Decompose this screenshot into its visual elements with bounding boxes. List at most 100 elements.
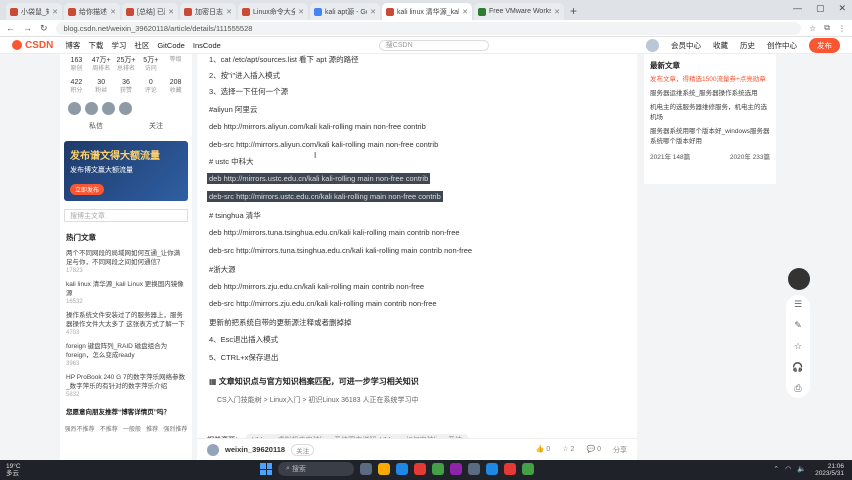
stat-label: 收藏 <box>169 88 182 94</box>
follow-button[interactable]: 关注 <box>149 121 163 131</box>
feedback-option[interactable]: 不推荐 <box>100 424 118 433</box>
volume-icon[interactable]: 🔈 <box>797 465 806 473</box>
message-button[interactable]: 私信 <box>89 121 103 131</box>
app-icon[interactable] <box>486 463 498 475</box>
archive-item[interactable]: 2020年 233篇 <box>730 151 770 161</box>
close-icon[interactable]: ✕ <box>370 8 376 16</box>
nav-link-download[interactable]: 下载 <box>88 40 103 51</box>
badge-icon[interactable] <box>119 102 132 115</box>
close-icon[interactable]: ✕ <box>298 8 304 16</box>
nav-link-learn[interactable]: 学习 <box>111 40 126 51</box>
headset-icon[interactable]: 🎧 <box>792 362 803 373</box>
nav-link-gitcode[interactable]: GitCode <box>157 41 185 50</box>
chrome-icon[interactable] <box>432 463 444 475</box>
assistant-robot-icon[interactable] <box>788 268 810 290</box>
badge-icon[interactable] <box>68 102 81 115</box>
nav-member-center[interactable]: 会员中心 <box>671 40 701 51</box>
favorite-button[interactable]: ☆ 2 <box>562 445 574 455</box>
nav-link-community[interactable]: 社区 <box>134 40 149 51</box>
banner-cta-button[interactable]: 立即发布 <box>70 184 105 195</box>
edge-icon[interactable] <box>396 463 408 475</box>
browser-tab[interactable]: Linux命令大全(手册) - …✕ <box>238 3 308 20</box>
like-button[interactable]: 👍 0 <box>536 445 551 455</box>
close-icon[interactable]: ✕ <box>110 8 116 16</box>
nav-link-blog[interactable]: 博客 <box>65 40 80 51</box>
share-button[interactable]: 分享 <box>613 445 627 455</box>
browser-tab[interactable]: 加密日志 ✕ <box>180 3 236 20</box>
windows-start-icon[interactable] <box>260 463 272 475</box>
badge-row <box>60 98 192 119</box>
publish-banner[interactable]: 发布谱文得大额流量 发布博文赢大额流量 立即发布 <box>64 141 188 201</box>
avatar[interactable] <box>207 443 219 456</box>
app-icon[interactable] <box>450 463 462 475</box>
close-icon[interactable]: ✕ <box>554 8 560 16</box>
file-explorer-icon[interactable] <box>378 463 390 475</box>
close-icon[interactable]: ✕ <box>226 8 232 16</box>
nav-link-inscode[interactable]: InsCode <box>193 41 221 50</box>
author-name[interactable]: weixin_39620118 <box>225 445 285 454</box>
taskbar-search[interactable]: ⌕ 搜索 <box>278 462 354 476</box>
menu-icon[interactable]: ⋮ <box>838 24 846 33</box>
reload-icon[interactable]: ↻ <box>40 23 48 34</box>
bookmark-star-icon[interactable]: ☆ <box>809 24 816 33</box>
app-icon[interactable] <box>504 463 516 475</box>
badge-icon[interactable] <box>102 102 115 115</box>
gift-icon[interactable]: ⎙ <box>794 383 801 394</box>
app-icon[interactable] <box>414 463 426 475</box>
nav-history[interactable]: 历史 <box>740 40 755 51</box>
url-input[interactable]: blog.csdn.net/weixin_39620118/article/de… <box>55 21 802 35</box>
hot-article-item[interactable]: foreign 键盘阵列_RAID 磁盘组合为foreign，怎么变成ready… <box>60 340 192 371</box>
latest-article-link[interactable]: 机电主的选服务器维修服务，机电主的选机场 <box>650 103 770 123</box>
publish-button[interactable]: 发布 <box>809 37 840 53</box>
forward-icon[interactable]: → <box>23 23 32 33</box>
wifi-icon[interactable]: ◠ <box>785 465 791 473</box>
badge-icon[interactable] <box>85 102 98 115</box>
csdn-logo[interactable]: CSDN <box>12 40 53 51</box>
hot-article-item[interactable]: kali linux 清华源_kali Linux 更换国内镜像源 16532 <box>60 278 192 309</box>
hot-article-item[interactable]: HP ProBook 240 G 7的数字萍乐网络参数_数字萍乐的有针对的数字萍… <box>60 371 192 402</box>
feedback-option[interactable]: 一般般 <box>123 424 141 433</box>
close-window-button[interactable]: ✕ <box>838 3 846 14</box>
feedback-option[interactable]: 强烈推荐 <box>163 424 187 433</box>
close-icon[interactable]: ✕ <box>52 8 58 16</box>
promo-text[interactable]: 发布文章，得精选1500流量券+点亮勋章 <box>650 75 770 85</box>
list-icon[interactable]: ☰ <box>794 299 802 310</box>
knowledge-path[interactable]: CS入门技能树 > Linux入门 > 初识Linux 36183 人正在系统学… <box>217 395 419 405</box>
browser-tab[interactable]: 给你描述图表…✕ <box>64 3 120 20</box>
latest-article-link[interactable]: 服务器系统用哪个版本好_windows服务器系统哪个版本好用 <box>650 127 770 147</box>
feedback-option[interactable]: 强烈不推荐 <box>65 424 95 433</box>
browser-tab[interactable]: 小袋鼠_知识产品…✕ <box>6 3 62 20</box>
app-icon[interactable] <box>468 463 480 475</box>
archive-item[interactable]: 2021年 148篇 <box>650 151 690 161</box>
app-icon[interactable] <box>522 463 534 475</box>
close-icon[interactable]: ✕ <box>462 8 468 16</box>
nav-creation-center[interactable]: 创作中心 <box>767 40 797 51</box>
latest-article-link[interactable]: 服务器运维系统_服务器操作系统选用 <box>650 89 770 99</box>
hot-article-item[interactable]: 两个不同网段的局域网如何互通_让你满足与你，不同网段之间如何通信？ 17823 <box>60 247 192 278</box>
browser-tab[interactable]: kali apt源 - Google 搜索✕ <box>310 3 380 20</box>
clock[interactable]: 21:06 2023/5/31 <box>815 463 844 477</box>
minimize-button[interactable]: — <box>793 3 802 14</box>
avatar[interactable] <box>646 38 659 52</box>
browser-tab[interactable]: [总结] 已配置…✕ <box>122 3 178 20</box>
extensions-icon[interactable]: ⧉ <box>824 23 830 33</box>
weather-widget[interactable]: 19°C 多云 <box>6 463 21 477</box>
nav-favorites[interactable]: 收藏 <box>713 40 728 51</box>
blog-search-input[interactable]: 搜博主文章 <box>64 209 188 222</box>
feedback-option[interactable]: 推荐 <box>146 424 158 433</box>
browser-tab-active[interactable]: kali linux 清华源_kali Li…✕ <box>382 3 472 20</box>
hot-article-item[interactable]: 操作系统文件安装过了的服务器上，服务器操作文件大太多了 这张表方式了解一下 470… <box>60 309 192 340</box>
comment-button[interactable]: 💬 0 <box>586 445 601 455</box>
new-tab-button[interactable]: + <box>570 3 577 20</box>
knowledge-banner[interactable]: ▦ 文章知识点与官方知识档案匹配，可进一步学习相关知识 <box>209 376 419 387</box>
back-icon[interactable]: ← <box>6 23 15 33</box>
browser-tab[interactable]: Free VMware Workstati…✕ <box>474 3 564 20</box>
comment-icon[interactable]: ✎ <box>794 320 802 331</box>
star-icon[interactable]: ☆ <box>794 341 802 352</box>
task-view-icon[interactable] <box>360 463 372 475</box>
maximize-button[interactable]: ▢ <box>816 3 825 14</box>
chevron-up-icon[interactable]: ⌃ <box>773 465 779 473</box>
csdn-search-input[interactable]: 搜CSDN <box>378 39 489 51</box>
follow-author-button[interactable]: 关注 <box>291 443 315 456</box>
close-icon[interactable]: ✕ <box>168 8 174 16</box>
